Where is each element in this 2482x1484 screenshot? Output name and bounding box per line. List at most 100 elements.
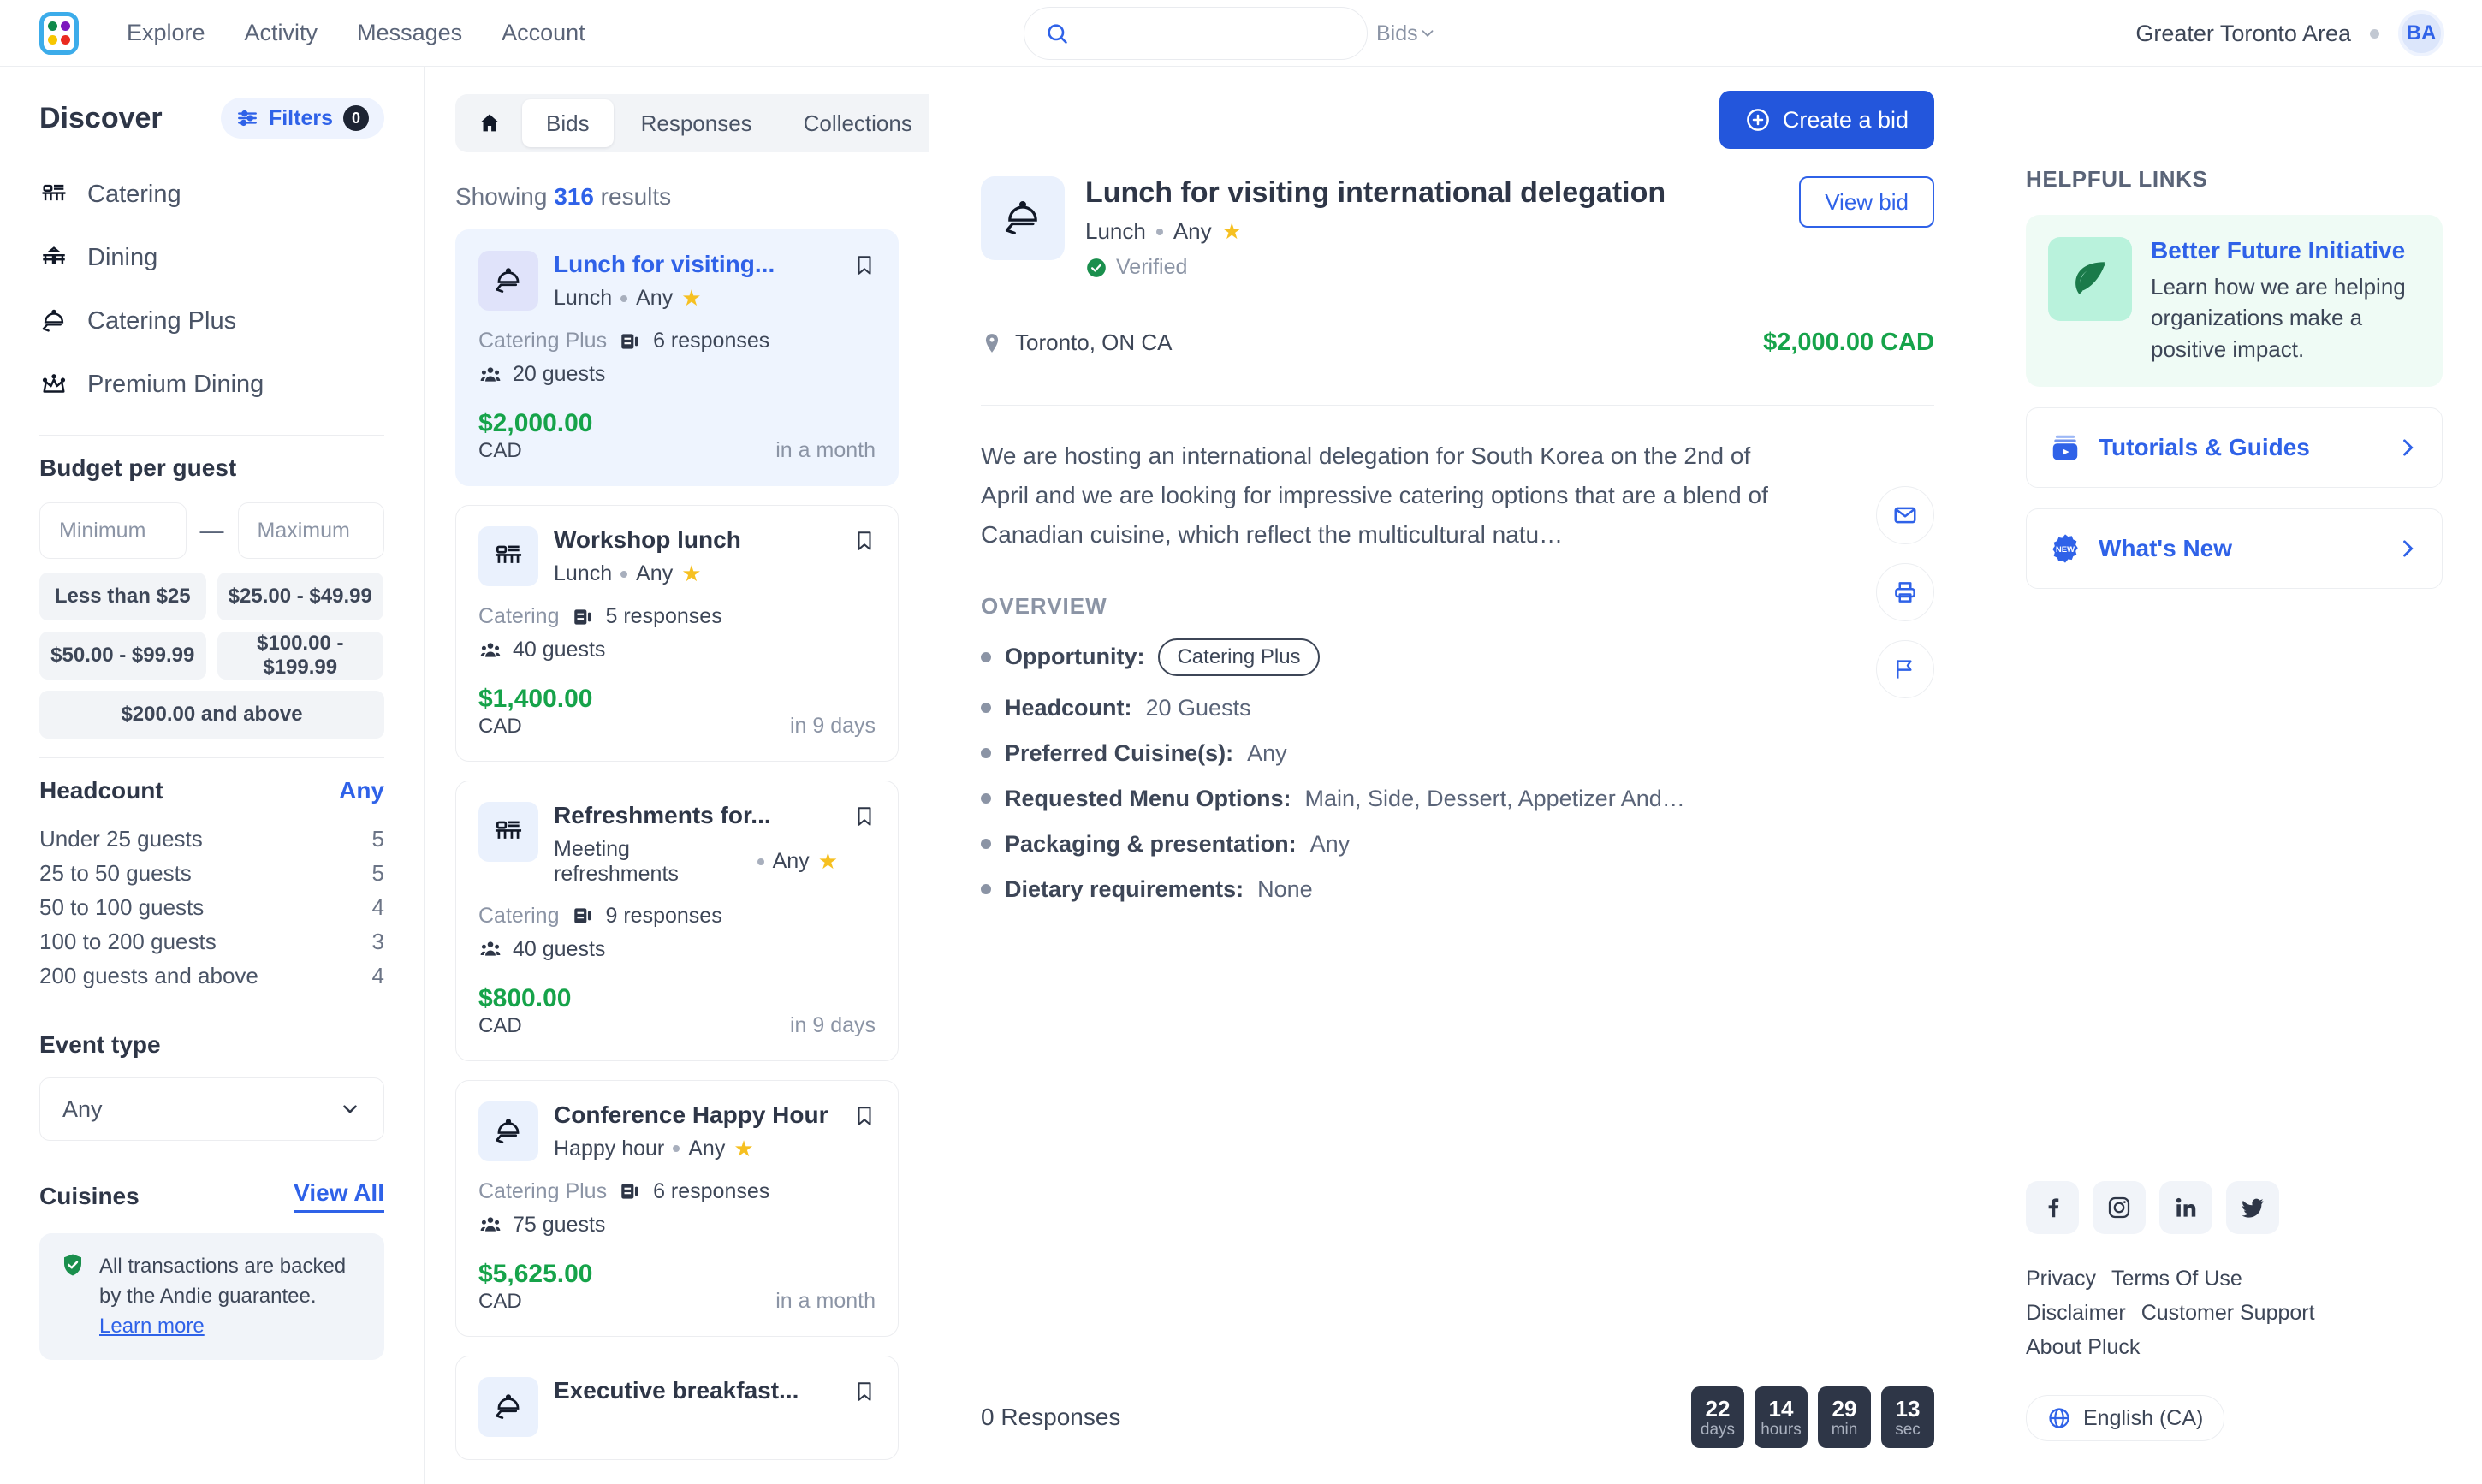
legal-link-about[interactable]: About Pluck (2026, 1335, 2140, 1359)
tab-home[interactable] (460, 99, 519, 147)
legal-link-terms[interactable]: Terms Of Use (2111, 1267, 2242, 1291)
bookmark-icon[interactable] (853, 251, 876, 284)
headcount-row[interactable]: Under 25 guests 5 (39, 822, 384, 856)
budget-min-input[interactable] (39, 502, 187, 559)
nav-link-explore[interactable]: Explore (127, 20, 205, 46)
verified-label: Verified (1116, 255, 1188, 279)
search-input[interactable] (1081, 21, 1357, 46)
search-scope-select[interactable]: Bids (1357, 8, 1454, 59)
budget-chip[interactable]: $50.00 - $99.99 (39, 632, 206, 680)
print-button[interactable] (1876, 563, 1934, 621)
bid-list-column: Bids Responses Collections Showing 316 r… (425, 67, 929, 1484)
budget-chip[interactable]: $100.00 - $199.99 (217, 632, 383, 680)
promo-body: Learn how we are helping organizations m… (2151, 274, 2406, 362)
pluck-logo[interactable] (39, 11, 79, 55)
star-icon: ★ (733, 1135, 754, 1161)
bid-card[interactable]: Lunch for visiting... Lunch Any ★ Cateri… (455, 229, 899, 487)
countdown-unit: days (1700, 1420, 1736, 1439)
sidebar-item-catering-plus[interactable]: Catering Plus (39, 289, 384, 353)
headcount-row[interactable]: 100 to 200 guests 3 (39, 924, 384, 959)
bid-card[interactable]: Refreshments for... Meeting refreshments… (455, 781, 899, 1061)
logo-wrap[interactable] (39, 11, 79, 55)
headcount-count: 5 (371, 859, 384, 886)
overview-item: Preferred Cuisine(s): Any (981, 740, 1934, 767)
dot-separator-icon (757, 858, 764, 865)
filters-button[interactable]: Filters 0 (220, 98, 384, 139)
bid-card-guests-row: 75 guests (478, 1213, 876, 1238)
sidebar-item-premium-dining[interactable]: Premium Dining (39, 353, 384, 416)
primary-nav-links: Explore Activity Messages Account (127, 20, 585, 46)
create-bid-button[interactable]: Create a bid (1719, 91, 1934, 149)
bookmark-icon[interactable] (853, 1101, 876, 1135)
headcount-label: Under 25 guests (39, 825, 203, 852)
search-bar: Bids (1024, 7, 1434, 60)
bid-card-title: Lunch for visiting... (554, 251, 775, 277)
countdown-unit: hours (1761, 1420, 1802, 1439)
overview-key: Packaging & presentation: (1005, 830, 1297, 857)
bullet-icon (981, 839, 991, 850)
budget-max-input[interactable] (237, 502, 384, 559)
bid-card-responses: 9 responses (605, 903, 722, 928)
nav-link-account[interactable]: Account (502, 20, 585, 46)
bookmark-icon[interactable] (853, 526, 876, 560)
budget-chip[interactable]: $25.00 - $49.99 (217, 573, 383, 620)
countdown-unit: min (1831, 1420, 1858, 1439)
facebook-button[interactable] (2026, 1181, 2079, 1234)
headcount-row[interactable]: 200 guests and above 4 (39, 959, 384, 993)
bullet-icon (981, 884, 991, 895)
results-count: Showing 316 results (455, 183, 899, 211)
bookmark-icon[interactable] (853, 802, 876, 835)
cloche-hand-icon (1005, 200, 1037, 234)
bid-card-service: Catering Plus (478, 329, 608, 353)
tab-bids[interactable]: Bids (522, 99, 614, 147)
helpful-link-whats-new[interactable]: NEW What's New (2026, 508, 2443, 590)
promo-icon-wrap (2048, 237, 2132, 321)
legal-link-disclaimer[interactable]: Disclaimer (2026, 1301, 2126, 1325)
cuisines-view-all-link[interactable]: View All (294, 1179, 384, 1213)
bookmark-icon[interactable] (853, 1377, 876, 1410)
budget-chip[interactable]: $200.00 and above (39, 691, 384, 739)
email-button[interactable] (1876, 486, 1934, 544)
guarantee-learn-more-link[interactable]: Learn more (99, 1315, 205, 1338)
bid-card-title: Workshop lunch (554, 526, 741, 554)
tab-responses[interactable]: Responses (617, 99, 776, 147)
nav-link-activity[interactable]: Activity (245, 20, 318, 46)
bid-card[interactable]: Executive breakfast... (455, 1355, 899, 1460)
page-body: Discover Filters 0 Catering Dining Cater… (0, 67, 2482, 1484)
app-root: Explore Activity Messages Account Bids G… (0, 0, 2482, 1484)
sidebar-item-catering[interactable]: Catering (39, 163, 384, 226)
helpful-link-tutorials[interactable]: Tutorials & Guides (2026, 407, 2443, 489)
detail-footer: 0 Responses 22 days 14 hours 29 min 13 s… (981, 1386, 1934, 1448)
detail-thumbnail (981, 176, 1065, 260)
budget-chip[interactable]: Less than $25 (39, 573, 206, 620)
countdown-segment: 29 min (1818, 1386, 1871, 1448)
bid-card[interactable]: Workshop lunch Lunch Any ★ Catering 5 re… (455, 505, 899, 763)
bid-card-thumbnail (478, 251, 538, 311)
headcount-row[interactable]: 50 to 100 guests 4 (39, 890, 384, 924)
headcount-label: 50 to 100 guests (39, 893, 205, 920)
view-bid-button[interactable]: View bid (1799, 176, 1934, 228)
bid-card[interactable]: Conference Happy Hour Happy hour Any ★ C… (455, 1079, 899, 1337)
avatar[interactable]: BA (2398, 10, 2444, 56)
legal-link-support[interactable]: Customer Support (2141, 1301, 2315, 1325)
twitter-button[interactable] (2226, 1181, 2279, 1234)
budget-chip-group: Less than $25 $25.00 - $49.99 $50.00 - $… (39, 573, 384, 739)
linkedin-button[interactable] (2159, 1181, 2212, 1234)
sidebar-item-dining[interactable]: Dining (39, 226, 384, 289)
language-selector[interactable]: English (CA) (2026, 1395, 2225, 1441)
event-type-select[interactable]: Any (39, 1077, 384, 1141)
bid-card-responses: 5 responses (605, 604, 722, 629)
overview-key: Headcount: (1005, 694, 1132, 721)
promo-card[interactable]: Better Future Initiative Learn how we ar… (2026, 215, 2443, 388)
tab-collections[interactable]: Collections (780, 99, 929, 147)
guests-icon (480, 1217, 501, 1232)
region-label[interactable]: Greater Toronto Area (2135, 21, 2351, 47)
star-icon: ★ (817, 848, 838, 875)
dot-separator-icon (673, 1145, 680, 1153)
flag-button[interactable] (1876, 640, 1934, 698)
headcount-row[interactable]: 25 to 50 guests 5 (39, 856, 384, 890)
headcount-any-link[interactable]: Any (339, 777, 384, 804)
legal-link-privacy[interactable]: Privacy (2026, 1267, 2096, 1291)
instagram-button[interactable] (2093, 1181, 2146, 1234)
nav-link-messages[interactable]: Messages (357, 20, 462, 46)
